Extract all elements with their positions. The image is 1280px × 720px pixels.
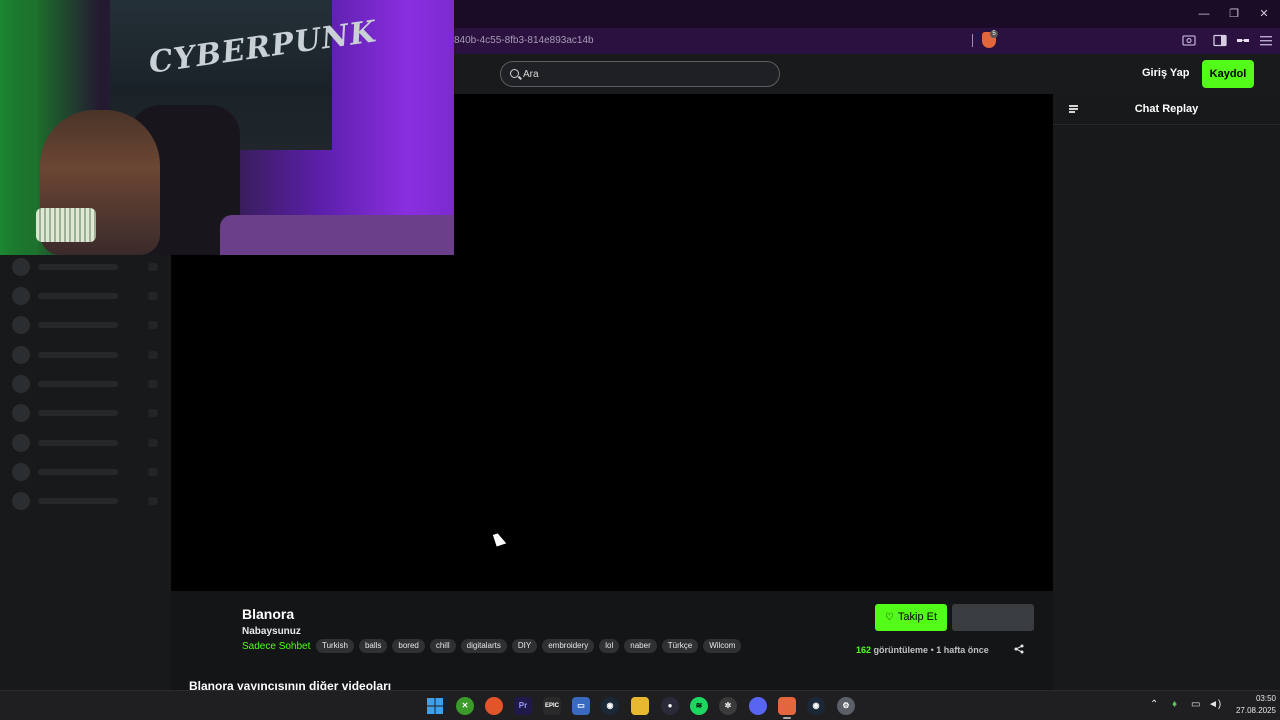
sidebar-toggle-icon[interactable] — [1213, 34, 1227, 47]
network-icon[interactable]: ▭ — [1191, 699, 1200, 710]
search-input[interactable] — [523, 66, 763, 82]
tag[interactable]: lol — [599, 639, 620, 653]
follow-button[interactable]: ♡ Takip Et — [875, 604, 947, 631]
tag[interactable]: chill — [429, 639, 456, 653]
placeholder-button[interactable] — [952, 604, 1034, 631]
menu-icon[interactable] — [1259, 34, 1273, 47]
sidebar-placeholder-item — [12, 316, 162, 334]
tag[interactable]: balls — [358, 639, 388, 653]
epic-games-icon[interactable]: EPIC — [543, 697, 561, 715]
sidebar-placeholder-item — [12, 287, 162, 305]
screen: — ❐ ✕ 840b-4c55-8fb3-814e893ac14b 5 Giri… — [0, 0, 1280, 720]
settings-icon[interactable]: ⚙ — [837, 697, 855, 715]
steam-2-icon[interactable]: ◉ — [807, 697, 825, 715]
tag[interactable]: embroidery — [542, 639, 595, 653]
collapse-chat-icon[interactable] — [1069, 105, 1078, 113]
stream-info: Blanora Nabaysunuz Sadece Sohbet Turkish… — [171, 591, 1053, 693]
sidebar-placeholder-item — [12, 404, 162, 422]
chatgpt-icon[interactable]: ✲ — [719, 697, 737, 715]
remote-desktop-icon[interactable]: ▭ — [572, 697, 590, 715]
spotify-icon[interactable]: ≋ — [690, 697, 708, 715]
tag[interactable]: bored — [392, 639, 425, 653]
windows-taskbar: ✕ Pr EPIC ▭ ◉ ● ≋ ✲ ◉ ⚙ ⌃ ♦ ▭ ◄) 03:50 2… — [0, 690, 1280, 720]
windows-start-icon[interactable] — [426, 697, 444, 715]
sidebar-placeholder-item — [12, 346, 162, 364]
tag[interactable]: DIY — [511, 639, 538, 653]
login-button[interactable]: Giriş Yap — [1142, 67, 1190, 79]
minimize-icon[interactable]: — — [1196, 6, 1212, 22]
active-app-indicator — [783, 717, 791, 719]
bed — [220, 215, 454, 255]
share-icon[interactable] — [1014, 644, 1024, 654]
sidebar-placeholder-item — [12, 492, 162, 510]
obs-icon[interactable]: ● — [661, 697, 679, 715]
sidebar-placeholder-item — [12, 375, 162, 393]
extensions-icon[interactable] — [1236, 34, 1250, 47]
volume-icon[interactable]: ◄) — [1208, 699, 1221, 710]
tray-overflow-icon[interactable]: ⌃ — [1150, 699, 1158, 710]
video-stats: 162 görüntüleme • 1 hafta önce — [856, 645, 989, 655]
clock-date[interactable]: 27.08.2025 — [1226, 706, 1276, 715]
search-icon — [510, 69, 519, 78]
webcam-overlay: CYBERPUNK — [0, 0, 454, 255]
sidebar-placeholder-item — [12, 463, 162, 481]
restore-icon[interactable]: ❐ — [1226, 6, 1242, 22]
search-box[interactable] — [500, 61, 780, 87]
chat-title: Chat Replay — [1134, 103, 1199, 115]
view-count: 162 — [856, 645, 872, 655]
tag[interactable]: Türkçe — [661, 639, 699, 653]
steam-icon[interactable]: ◉ — [601, 697, 619, 715]
view-label: görüntüleme — [873, 645, 929, 655]
microphone — [36, 208, 96, 242]
stats-separator: • — [930, 645, 934, 655]
tag[interactable]: naber — [624, 639, 657, 653]
clock-time[interactable]: 03:50 — [1240, 694, 1276, 703]
tag-list: Turkish balls bored chill digitalarts DI… — [316, 639, 742, 653]
tag[interactable]: Turkish — [316, 639, 354, 653]
tag[interactable]: Wilcom — [703, 639, 742, 653]
time-ago: 1 hafta önce — [936, 645, 989, 655]
chat-replay-panel: Chat Replay — [1053, 94, 1280, 690]
premiere-pro-icon[interactable]: Pr — [514, 697, 532, 715]
stream-title: Nabaysunuz — [242, 626, 301, 637]
heart-icon: ♡ — [884, 612, 894, 623]
xbox-icon[interactable]: ✕ — [456, 697, 474, 715]
tab-capture-icon[interactable] — [1182, 34, 1196, 47]
signup-button[interactable]: Kaydol — [1202, 60, 1254, 88]
chat-header: Chat Replay — [1053, 94, 1280, 125]
file-explorer-icon[interactable] — [631, 697, 649, 715]
sidebar-placeholder-item — [12, 258, 162, 276]
channel-name[interactable]: Blanora — [242, 606, 294, 622]
category-link[interactable]: Sadece Sohbet — [242, 641, 310, 652]
follow-label: Takip Et — [897, 611, 938, 623]
extension-badge: 5 — [990, 30, 998, 38]
origin-icon[interactable] — [485, 697, 503, 715]
address-divider — [972, 34, 973, 47]
tag[interactable]: digitalarts — [460, 639, 507, 653]
brave-icon[interactable] — [778, 697, 796, 715]
url-text[interactable]: 840b-4c55-8fb3-814e893ac14b — [454, 35, 594, 46]
discord-icon[interactable] — [749, 697, 767, 715]
green-light — [0, 0, 40, 255]
close-icon[interactable]: ✕ — [1256, 6, 1272, 22]
sidebar-placeholder-item — [12, 434, 162, 452]
microphone-icon[interactable]: ♦ — [1172, 699, 1177, 710]
